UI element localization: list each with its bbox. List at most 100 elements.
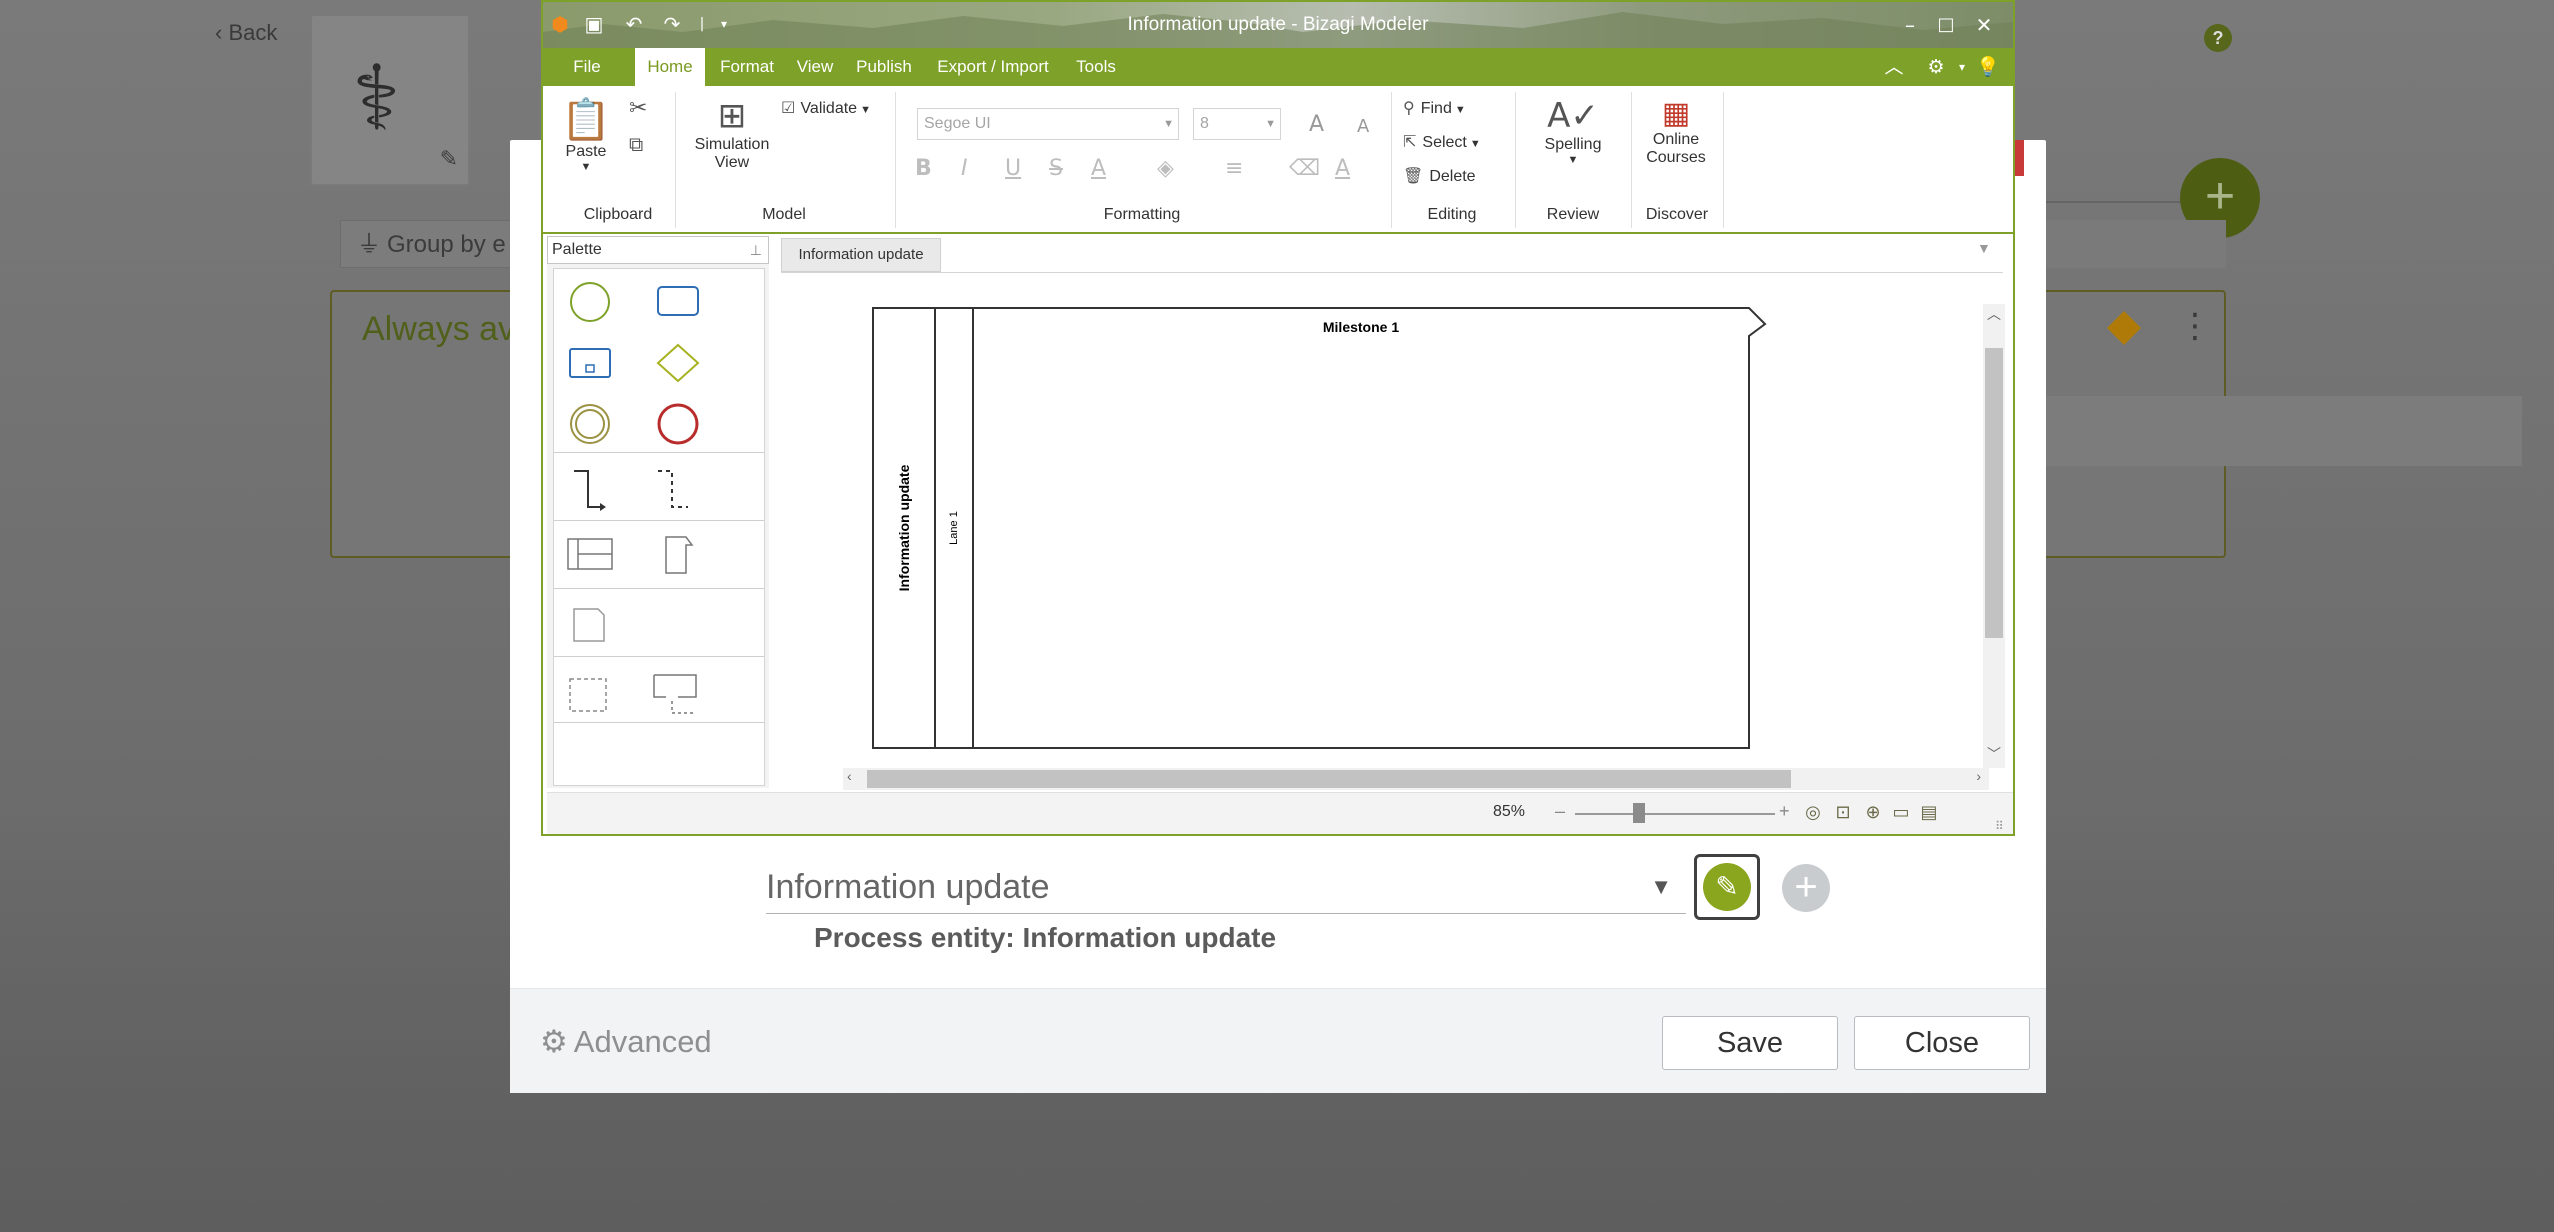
gateway-icon[interactable] — [656, 343, 700, 383]
cut-icon[interactable]: ✂ — [629, 96, 647, 121]
text-format-icon[interactable]: A — [1335, 156, 1350, 181]
task-icon[interactable] — [657, 286, 699, 316]
italic-icon[interactable]: I — [961, 156, 968, 181]
kebab-menu-icon[interactable]: ⋮ — [2178, 306, 2212, 346]
add-process-button[interactable]: + — [1782, 864, 1830, 912]
advanced-link[interactable]: ⚙ Advanced — [540, 1024, 712, 1060]
fill-color-icon[interactable]: ◈ — [1157, 156, 1174, 181]
tab-format[interactable]: Format — [711, 48, 783, 86]
presentation-icon[interactable]: ▤ — [1917, 801, 1941, 825]
clear-format-icon[interactable]: ⌫ — [1289, 156, 1320, 181]
chevron-down-icon: ▼ — [1466, 138, 1481, 150]
caduceus-icon: ⚕ — [352, 46, 401, 151]
annotation-icon[interactable] — [654, 674, 697, 698]
chevron-down-icon[interactable]: ﹀ — [1983, 744, 2005, 764]
zoom-slider[interactable] — [1575, 813, 1775, 815]
palette-panel: Palette ⊥ — [547, 236, 769, 788]
redo-icon[interactable]: ↷ — [659, 11, 685, 37]
paste-button[interactable]: 📋 Paste ▼ — [557, 96, 615, 173]
chevron-left-icon: ‹ — [215, 20, 229, 45]
app-tile[interactable]: ⚕ ✎ — [310, 14, 470, 186]
grow-font-icon[interactable]: A — [1309, 112, 1324, 137]
process-select[interactable]: Information update ▼ — [766, 862, 1686, 914]
group-editing: Editing — [1427, 206, 1477, 223]
milestone-icon[interactable] — [665, 536, 694, 574]
chevron-down-icon: ▼ — [580, 161, 592, 173]
lightbulb-icon[interactable]: 💡 — [1973, 52, 2003, 82]
simulation-view-button[interactable]: ⊞ Simulation View — [677, 96, 787, 172]
cursor-icon: ⇱ — [1403, 132, 1417, 151]
modeler-window: Information update - Bizagi Modeler ⬢ ▣ … — [541, 0, 2015, 836]
tab-publish[interactable]: Publish — [847, 48, 921, 86]
validate-button[interactable]: ☑ Validate ▼ — [781, 98, 871, 118]
zoom-slider-thumb[interactable] — [1633, 803, 1645, 823]
bold-icon[interactable]: B — [915, 156, 932, 181]
group-model: Model — [762, 206, 806, 223]
pool-label: Information update — [896, 464, 912, 591]
group-clipboard: Clipboard — [583, 206, 653, 223]
group-icon[interactable] — [569, 678, 607, 712]
vertical-scrollbar[interactable]: ︿ ﹀ — [1983, 304, 2005, 768]
data-object-icon[interactable] — [573, 608, 605, 642]
chevron-right-icon[interactable]: › — [1976, 768, 1981, 784]
spelling-button[interactable]: A✓ Spelling ▼ — [1523, 96, 1623, 166]
minimize-icon[interactable]: – — [1893, 10, 1927, 40]
back-link[interactable]: ‹ Back — [215, 20, 277, 46]
pencil-icon[interactable]: ✎ — [440, 147, 458, 172]
resize-grip-icon[interactable]: ⠿ — [1995, 819, 2004, 833]
close-button[interactable]: Close — [1854, 1016, 2030, 1070]
palette-shapes — [567, 282, 700, 714]
online-courses-button[interactable]: ▦ Online Courses — [1633, 96, 1719, 167]
diagram-canvas[interactable]: Information update Lane 1 Milestone 1 — [781, 274, 1995, 772]
milestone-label: Milestone 1 — [1323, 319, 1399, 335]
tab-view[interactable]: View — [787, 48, 843, 86]
subprocess-icon[interactable] — [569, 348, 611, 378]
maximize-icon[interactable]: □ — [1929, 10, 1963, 40]
sequence-flow-icon[interactable] — [574, 470, 604, 508]
delete-button[interactable]: 🗑 Delete — [1403, 166, 1476, 186]
copy-icon[interactable]: ⧉ — [629, 132, 643, 156]
tab-list-dropdown-icon[interactable]: ▼ — [1977, 240, 1991, 256]
zoom-in-icon[interactable]: + — [1779, 801, 1790, 822]
customize-qat-icon[interactable]: ▾ — [711, 11, 737, 37]
tab-file[interactable]: File — [543, 48, 631, 86]
font-size-select[interactable]: 8 ▼ — [1193, 108, 1281, 140]
find-button[interactable]: ⚲ Find ▼ — [1403, 98, 1466, 118]
horizontal-scrollbar[interactable]: ‹ › — [843, 768, 1989, 790]
zoom-icon[interactable]: ⊕ — [1861, 801, 1885, 825]
message-flow-icon[interactable] — [658, 470, 688, 508]
close-window-icon[interactable]: ✕ — [1967, 10, 2001, 40]
shrink-font-icon[interactable]: A — [1357, 116, 1369, 137]
help-icon[interactable]: ? — [2204, 24, 2232, 52]
align-icon[interactable]: ≡ — [1225, 156, 1243, 181]
tab-tools[interactable]: Tools — [1065, 48, 1127, 86]
tab-home[interactable]: Home — [635, 48, 705, 86]
font-color-icon[interactable]: A — [1091, 156, 1106, 181]
save-button[interactable]: Save — [1662, 1016, 1838, 1070]
strikethrough-icon[interactable]: S — [1049, 156, 1063, 181]
fit-width-icon[interactable]: ▭ — [1889, 801, 1913, 825]
edit-process-button[interactable]: ✎ — [1694, 854, 1760, 920]
pin-icon[interactable]: ⊥ — [750, 237, 762, 263]
scroll-thumb[interactable] — [1985, 348, 2003, 638]
pool-shape[interactable] — [872, 307, 1767, 749]
tab-export-import[interactable]: Export / Import — [925, 48, 1061, 86]
fit-page-icon[interactable]: ⊡ — [1831, 801, 1855, 825]
underline-icon[interactable]: U — [1005, 156, 1021, 181]
actual-size-icon[interactable]: ◎ — [1801, 801, 1825, 825]
undo-icon[interactable]: ↶ — [621, 11, 647, 37]
start-event-icon[interactable] — [570, 282, 610, 322]
window-title: Information update - Bizagi Modeler — [1127, 14, 1429, 35]
select-button[interactable]: ⇱ Select ▼ — [1403, 132, 1481, 152]
font-family-select[interactable]: Segoe UI ▼ — [917, 108, 1179, 140]
save-icon[interactable]: ▣ — [581, 11, 607, 37]
collapse-ribbon-icon[interactable]: ︿ — [1879, 52, 1909, 82]
zoom-out-icon[interactable]: – — [1555, 801, 1565, 822]
process-diagram: Information update Lane 1 Milestone 1 — [872, 307, 1767, 749]
chevron-up-icon[interactable]: ︿ — [1983, 304, 2005, 324]
chevron-down-icon: ▼ — [1567, 154, 1579, 166]
end-event-icon[interactable] — [657, 403, 699, 445]
chevron-left-icon[interactable]: ‹ — [847, 768, 852, 784]
tab-information-update[interactable]: Information update — [781, 238, 941, 272]
scroll-thumb[interactable] — [867, 770, 1791, 788]
